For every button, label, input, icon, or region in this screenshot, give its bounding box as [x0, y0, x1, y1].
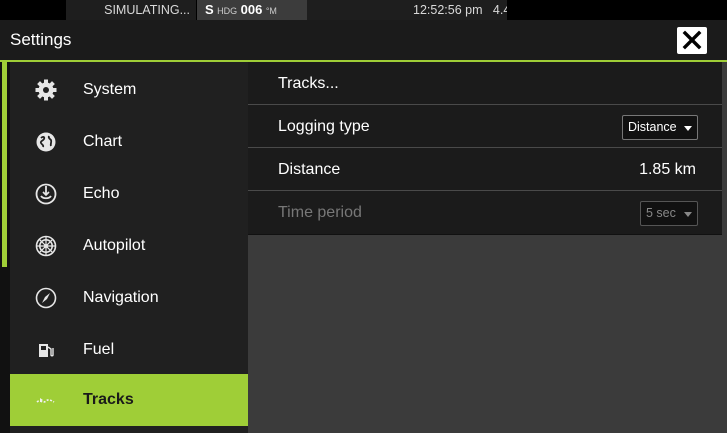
heading-value: 006	[240, 2, 263, 17]
close-button[interactable]	[677, 27, 707, 54]
sidebar-item-system[interactable]: System	[10, 64, 248, 116]
title-bar: Settings	[0, 20, 727, 60]
sidebar-item-label: Chart	[83, 133, 123, 150]
gear-icon	[35, 79, 57, 101]
sidebar-item-tracks[interactable]: Tracks	[10, 374, 248, 426]
heading-source: S	[205, 2, 214, 17]
tracks-settings-panel: Tracks... Logging type Distance Distance…	[248, 62, 727, 433]
settings-sidebar: System Chart Echo Autopilot Navigation F…	[0, 62, 248, 433]
sidebar-item-chart[interactable]: Chart	[10, 116, 248, 168]
tracks-label: Tracks...	[278, 75, 339, 92]
distance-value: 1.85 km	[639, 161, 696, 178]
status-bar-filler	[507, 0, 727, 20]
compass-icon	[35, 287, 57, 309]
heading-label: HDG	[217, 6, 238, 16]
chevron-down-icon	[684, 212, 692, 217]
helm-icon	[35, 235, 57, 257]
sidebar-item-label: Navigation	[83, 289, 159, 306]
close-icon	[682, 30, 702, 50]
tracks-options-list: Tracks... Logging type Distance Distance…	[248, 62, 722, 235]
logging-type-value: Distance	[628, 120, 677, 134]
simulation-status: SIMULATING...	[66, 0, 196, 20]
logging-type-row: Logging type Distance	[248, 105, 722, 148]
logging-type-dropdown[interactable]: Distance	[622, 115, 698, 140]
sidebar-item-echo[interactable]: Echo	[10, 168, 248, 220]
heading-readout: S HDG 006 °M	[197, 0, 307, 20]
page-title: Settings	[10, 30, 72, 49]
time-period-label: Time period	[278, 204, 362, 221]
sidebar-item-fuel[interactable]: Fuel	[10, 324, 248, 376]
time-period-value: 5 sec	[646, 206, 676, 220]
time-period-dropdown[interactable]: 5 sec	[640, 201, 698, 226]
tracks-icon	[36, 398, 55, 403]
time-readout: 12:52:56 pm 4.4 m	[307, 0, 524, 20]
distance-row[interactable]: Distance 1.85 km	[248, 148, 722, 191]
logging-type-label: Logging type	[278, 118, 370, 135]
fuel-pump-icon	[39, 344, 54, 357]
globe-icon	[36, 132, 56, 152]
heading-unit: °M	[265, 6, 277, 16]
echo-icon	[35, 183, 57, 205]
sidebar-item-label: Autopilot	[83, 237, 146, 254]
sidebar-item-navigation[interactable]: Navigation	[10, 272, 248, 324]
tracks-row[interactable]: Tracks...	[248, 62, 722, 105]
sidebar-scrollbar[interactable]	[0, 62, 10, 433]
sidebar-scrollbar-thumb[interactable]	[2, 62, 7, 267]
sidebar-item-label: Fuel	[83, 341, 115, 358]
time-period-row: Time period 5 sec	[248, 191, 722, 234]
chevron-down-icon	[684, 126, 692, 131]
sidebar-item-label: Echo	[83, 185, 120, 202]
sidebar-item-autopilot[interactable]: Autopilot	[10, 220, 248, 272]
sidebar-item-label: System	[83, 81, 137, 98]
clock: 12:52:56 pm	[413, 3, 483, 17]
distance-label: Distance	[278, 161, 341, 178]
sidebar-item-label: Tracks	[83, 391, 134, 408]
status-bar: SIMULATING... S HDG 006 °M 12:52:56 pm 4…	[0, 0, 727, 20]
